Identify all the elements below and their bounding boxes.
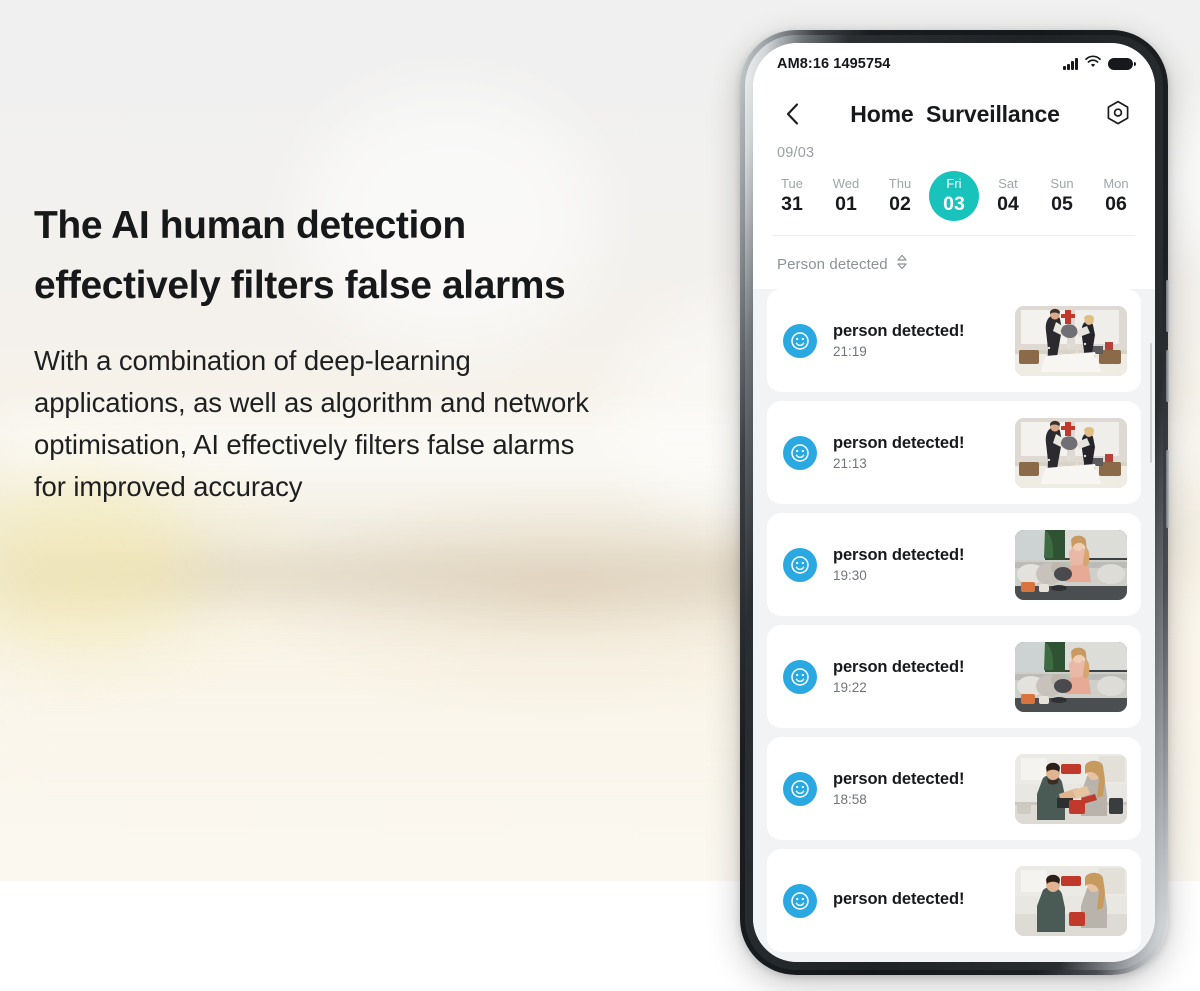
smiley-face-icon: [783, 771, 817, 806]
day-of-week: Wed: [832, 176, 860, 192]
day-cell-fri-selected[interactable]: Fri 03: [929, 171, 979, 221]
day-number: 05: [1051, 193, 1073, 216]
day-number: 02: [889, 193, 911, 216]
event-list[interactable]: person detected! 21:19 person detected! …: [753, 289, 1155, 962]
back-button[interactable]: [775, 97, 809, 131]
day-number: 03: [943, 193, 965, 216]
list-item[interactable]: person detected! 19:22: [767, 625, 1141, 728]
phone-mockup: AM8:16 1495754 Home Surveillance 09/03 T…: [740, 30, 1169, 975]
battery-icon: [1108, 57, 1136, 71]
filter-dropdown[interactable]: Person detected: [753, 236, 1155, 289]
day-row: Tue 31 Wed 01 Thu 02 Fri 03 Sat 04 Sun 0…: [753, 161, 1155, 235]
event-time: 21:13: [833, 456, 867, 471]
day-of-week: Tue: [781, 176, 803, 192]
smiley-face-icon: [783, 883, 817, 918]
event-thumbnail-woman-dog-couch[interactable]: [1015, 529, 1127, 600]
day-of-week: Mon: [1103, 176, 1129, 192]
event-thumbnail-couple-kitchen[interactable]: [1015, 865, 1127, 936]
smiley-face-icon: [783, 323, 817, 358]
day-cell-wed[interactable]: Wed 01: [821, 172, 871, 220]
event-title: person detected!: [833, 322, 965, 340]
sort-chevron-icon: [896, 254, 908, 275]
hex-settings-icon: [1107, 100, 1129, 125]
day-of-week: Fri: [946, 176, 962, 192]
body-line: optimisation, AI effectively filters fal…: [34, 428, 575, 460]
body-line: applications, as well as algorithm and n…: [34, 387, 589, 419]
day-cell-mon[interactable]: Mon 06: [1091, 172, 1141, 220]
smiley-face-icon: [783, 659, 817, 694]
chevron-left-icon: [786, 103, 798, 125]
event-title: person detected!: [833, 889, 965, 908]
body-line: for improved accuracy: [34, 470, 303, 502]
list-item-text: person detected! 18:58: [833, 770, 999, 807]
settings-button[interactable]: [1101, 97, 1135, 131]
power-button[interactable]: [1166, 450, 1169, 528]
day-number: 04: [997, 193, 1019, 216]
event-title: person detected!: [833, 434, 965, 452]
day-number: 01: [835, 193, 857, 216]
day-cell-thu[interactable]: Thu 02: [875, 172, 925, 220]
list-item[interactable]: person detected!: [767, 849, 1141, 952]
date-selector: 09/03 Tue 31 Wed 01 Thu 02 Fri 03 Sat 04…: [753, 143, 1155, 236]
day-of-week: Sat: [998, 176, 1018, 192]
list-item-text: person detected! 21:13: [833, 434, 999, 471]
day-number: 31: [781, 193, 803, 216]
day-cell-sat[interactable]: Sat 04: [983, 172, 1033, 220]
list-item-text: person detected! 21:19: [833, 322, 999, 359]
event-time: 19:30: [833, 568, 867, 583]
event-time: 21:19: [833, 344, 867, 359]
day-cell-tue[interactable]: Tue 31: [767, 172, 817, 220]
promo-page: The AI human detection effectively filte…: [0, 0, 1200, 991]
volume-down-button[interactable]: [1166, 350, 1169, 402]
list-item-text: person detected! 19:22: [833, 658, 999, 695]
list-item-text: person detected! 19:30: [833, 546, 999, 583]
app-root: AM8:16 1495754 Home Surveillance 09/03 T…: [753, 43, 1155, 962]
marketing-copy: The AI human detection effectively filte…: [34, 196, 724, 508]
event-time: 18:58: [833, 792, 867, 807]
event-title: person detected!: [833, 770, 965, 788]
signal-bars-icon: [1063, 58, 1078, 70]
volume-up-button[interactable]: [1166, 280, 1169, 332]
list-item[interactable]: person detected! 21:19: [767, 289, 1141, 392]
event-thumbnail-pillow-fight[interactable]: [1015, 417, 1127, 488]
body-line: With a combination of deep-learning: [34, 345, 471, 377]
page-title: The AI human detection effectively filte…: [34, 196, 724, 315]
event-title: person detected!: [833, 546, 965, 564]
status-icons: [1063, 55, 1136, 73]
list-item[interactable]: person detected! 21:13: [767, 401, 1141, 504]
list-scrollbar[interactable]: [1149, 343, 1152, 463]
headline-line: effectively filters false alarms: [34, 263, 566, 307]
event-time: 19:22: [833, 680, 867, 695]
filter-label: Person detected: [777, 256, 888, 273]
page-title: Home Surveillance: [850, 100, 1060, 127]
event-thumbnail-couple-kitchen[interactable]: [1015, 753, 1127, 824]
headline-line: The AI human detection: [34, 204, 466, 247]
month-label: 09/03: [777, 145, 815, 161]
day-cell-sun[interactable]: Sun 05: [1037, 172, 1087, 220]
day-of-week: Thu: [888, 176, 912, 192]
phone-screen: AM8:16 1495754 Home Surveillance 09/03 T…: [753, 43, 1155, 962]
list-item[interactable]: person detected! 18:58: [767, 737, 1141, 840]
status-bar: AM8:16 1495754: [753, 43, 1155, 85]
smiley-face-icon: [783, 435, 817, 470]
app-header: Home Surveillance: [753, 85, 1155, 143]
list-item-text: person detected!: [833, 890, 999, 912]
status-time: AM8:16 1495754: [777, 56, 891, 72]
day-of-week: Sun: [1050, 176, 1074, 192]
event-title: person detected!: [833, 658, 965, 676]
event-thumbnail-pillow-fight[interactable]: [1015, 305, 1127, 376]
smiley-face-icon: [783, 547, 817, 582]
day-number: 06: [1105, 193, 1127, 216]
page-subtitle: With a combination of deep-learning appl…: [34, 340, 724, 507]
event-thumbnail-woman-dog-couch[interactable]: [1015, 641, 1127, 712]
list-item[interactable]: person detected! 19:30: [767, 513, 1141, 616]
wifi-icon: [1085, 55, 1101, 73]
